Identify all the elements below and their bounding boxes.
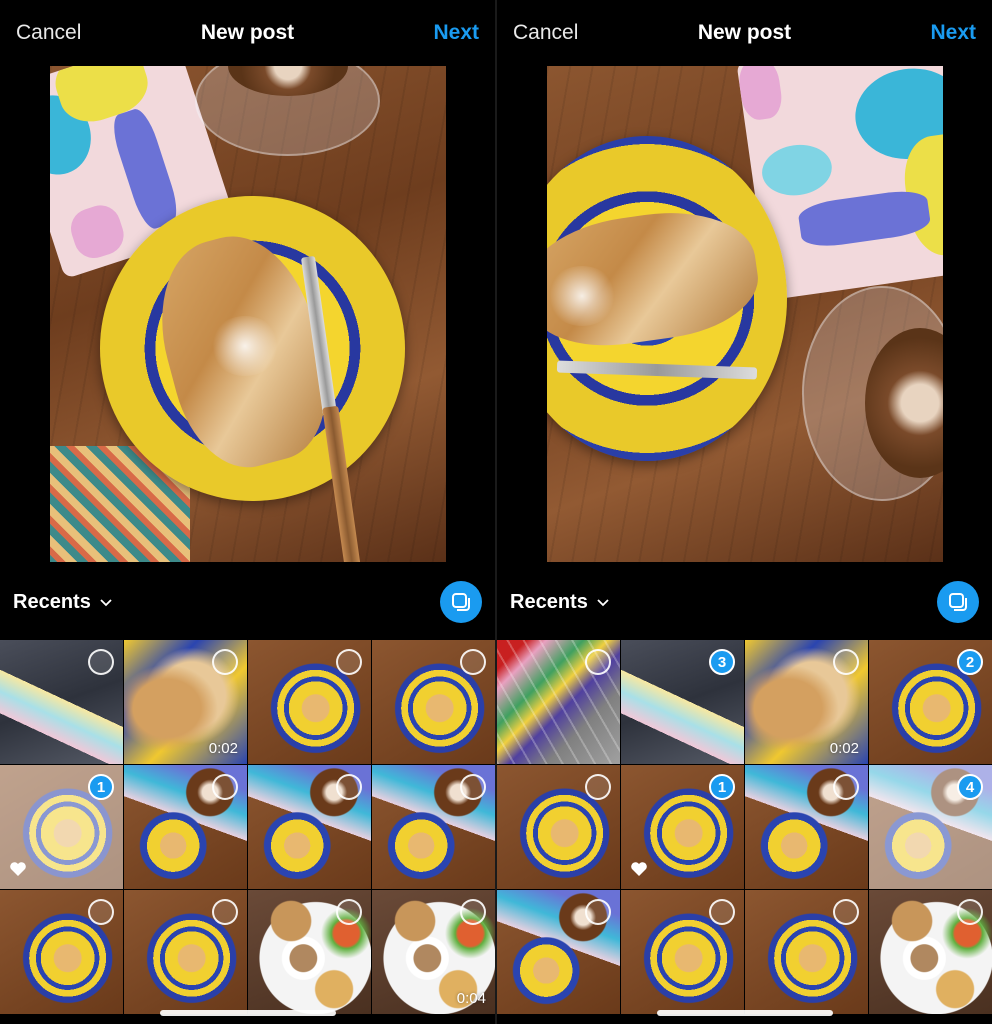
selection-circle[interactable] [336,774,362,800]
album-label: Recents [510,590,588,613]
multi-select-icon [452,593,470,611]
album-label: Recents [13,590,91,613]
selection-circle[interactable] [460,649,486,675]
photo-thumbnail[interactable] [124,765,247,889]
multi-select-button[interactable] [937,581,979,623]
next-button[interactable]: Next [433,21,479,45]
home-indicator[interactable] [657,1010,833,1016]
photo-thumbnail[interactable] [0,890,123,1014]
photo-thumbnail[interactable] [497,640,620,764]
multi-select-icon [949,593,967,611]
album-selector[interactable]: Recents [13,591,113,614]
photo-thumbnail[interactable]: 4 [869,765,992,889]
selection-order-badge[interactable]: 3 [709,649,735,675]
powdered-sugar [547,266,617,326]
album-selector[interactable]: Recents [510,591,610,614]
photo-grid: 0:02 1 0:04 [0,640,495,1014]
top-bar: Cancel New post Next [0,0,495,66]
top-bar: Cancel New post Next [497,0,992,66]
selection-order-badge[interactable]: 2 [957,649,983,675]
photo-thumbnail[interactable] [0,640,123,764]
photo-thumbnail[interactable]: 0:04 [372,890,495,1014]
photo-thumbnail[interactable]: 1 [621,765,744,889]
selection-circle[interactable] [957,899,983,925]
cancel-button[interactable]: Cancel [513,21,578,45]
selection-circle[interactable] [460,899,486,925]
selection-circle[interactable] [88,649,114,675]
video-duration: 0:04 [456,990,486,1007]
video-duration: 0:02 [829,740,859,757]
screen-multi-select: Cancel New post Next Recents 3 0:02 2 1 4 [497,0,992,1024]
powdered-sugar [210,316,280,376]
selection-circle[interactable] [833,774,859,800]
multi-select-button[interactable] [440,581,482,623]
photo-preview[interactable] [50,66,446,562]
photo-thumbnail[interactable]: 1 [0,765,123,889]
home-indicator[interactable] [160,1010,336,1016]
selection-circle[interactable] [585,899,611,925]
photo-thumbnail[interactable]: 2 [869,640,992,764]
photo-thumbnail[interactable] [621,890,744,1014]
photo-thumbnail[interactable] [124,890,247,1014]
photo-thumbnail[interactable] [372,765,495,889]
selection-circle[interactable] [212,774,238,800]
selection-circle[interactable] [212,899,238,925]
selection-circle[interactable] [88,899,114,925]
next-button[interactable]: Next [930,21,976,45]
photo-thumbnail[interactable] [745,890,868,1014]
album-toolbar: Recents [497,572,992,632]
selection-circle[interactable] [585,774,611,800]
video-duration: 0:02 [208,740,238,757]
photo-thumbnail[interactable] [497,890,620,1014]
photo-thumbnail[interactable] [869,890,992,1014]
photo-thumbnail[interactable] [248,890,371,1014]
cancel-button[interactable]: Cancel [16,21,81,45]
heart-icon [631,862,647,876]
album-toolbar: Recents [0,572,495,632]
selection-circle[interactable] [833,649,859,675]
photo-thumbnail[interactable] [248,640,371,764]
photo-thumbnail[interactable] [372,640,495,764]
selection-circle[interactable] [585,649,611,675]
photo-thumbnail[interactable] [745,765,868,889]
selection-circle[interactable] [336,649,362,675]
heart-icon [10,862,26,876]
photo-thumbnail[interactable]: 0:02 [745,640,868,764]
photo-preview[interactable] [547,66,943,562]
selection-circle[interactable] [460,774,486,800]
selection-order-badge[interactable]: 4 [957,774,983,800]
selection-order-badge[interactable]: 1 [88,774,114,800]
photo-thumbnail[interactable]: 0:02 [124,640,247,764]
photo-thumbnail[interactable] [497,765,620,889]
selection-circle[interactable] [709,899,735,925]
chevron-down-icon [597,599,609,607]
selection-circle[interactable] [833,899,859,925]
photo-thumbnail[interactable]: 3 [621,640,744,764]
selection-circle[interactable] [336,899,362,925]
photo-grid: 3 0:02 2 1 4 [497,640,992,1014]
photo-thumbnail[interactable] [248,765,371,889]
screen-single-select: Cancel New post Next Recents 0:02 1 0:04 [0,0,495,1024]
chevron-down-icon [100,599,112,607]
selection-circle[interactable] [212,649,238,675]
selection-order-badge[interactable]: 1 [709,774,735,800]
